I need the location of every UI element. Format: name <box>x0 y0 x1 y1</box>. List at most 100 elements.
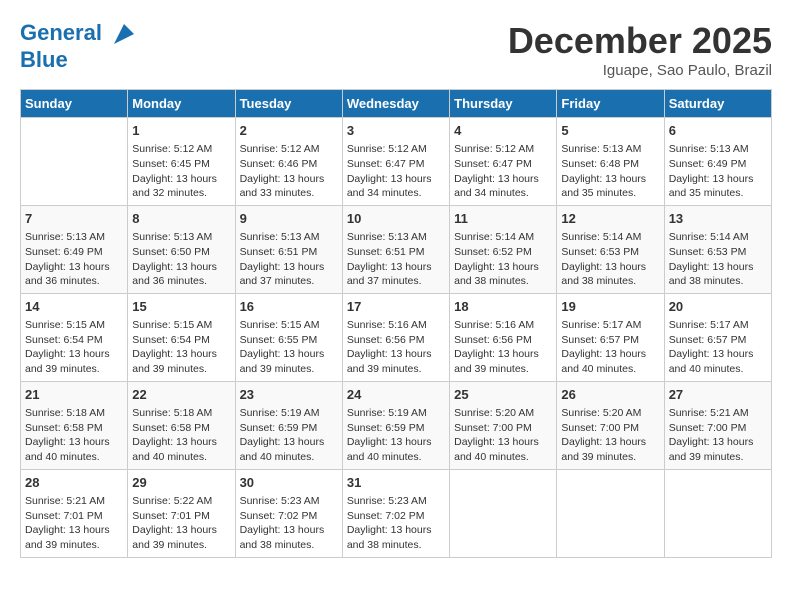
weekday-header: Thursday <box>450 90 557 118</box>
day-number: 25 <box>454 386 552 404</box>
day-info: Sunrise: 5:18 AM Sunset: 6:58 PM Dayligh… <box>132 406 230 465</box>
day-number: 6 <box>669 122 767 140</box>
day-info: Sunrise: 5:22 AM Sunset: 7:01 PM Dayligh… <box>132 494 230 553</box>
weekday-header: Wednesday <box>342 90 449 118</box>
calendar-cell: 3 Sunrise: 5:12 AM Sunset: 6:47 PM Daylig… <box>342 118 449 206</box>
day-number: 14 <box>25 298 123 316</box>
day-info: Sunrise: 5:23 AM Sunset: 7:02 PM Dayligh… <box>347 494 445 553</box>
day-number: 3 <box>347 122 445 140</box>
day-number: 19 <box>561 298 659 316</box>
calendar-cell: 16Sunrise: 5:15 AM Sunset: 6:55 PM Dayli… <box>235 293 342 381</box>
day-number: 10 <box>347 210 445 228</box>
day-info: Sunrise: 5:16 AM Sunset: 6:56 PM Dayligh… <box>347 318 445 377</box>
day-info: Sunrise: 5:13 AM Sunset: 6:51 PM Dayligh… <box>240 230 338 289</box>
calendar-cell: 20 Sunrise: 5:17 AM Sunset: 6:57 PM Dayli… <box>664 293 771 381</box>
day-info: Sunrise: 5:23 AM Sunset: 7:02 PM Dayligh… <box>240 494 338 553</box>
day-info: Sunrise: 5:15 AM Sunset: 6:54 PM Dayligh… <box>25 318 123 377</box>
calendar-cell: 27 Sunrise: 5:21 AM Sunset: 7:00 PM Dayli… <box>664 381 771 469</box>
day-info: Sunrise: 5:13 AM Sunset: 6:48 PM Dayligh… <box>561 142 659 201</box>
logo-text2: Blue <box>20 48 138 72</box>
day-number: 17 <box>347 298 445 316</box>
day-info: Sunrise: 5:17 AM Sunset: 6:57 PM Dayligh… <box>561 318 659 377</box>
calendar-cell <box>664 469 771 557</box>
weekday-header-row: SundayMondayTuesdayWednesdayThursdayFrid… <box>21 90 772 118</box>
day-number: 23 <box>240 386 338 404</box>
day-info: Sunrise: 5:17 AM Sunset: 6:57 PM Dayligh… <box>669 318 767 377</box>
day-info: Sunrise: 5:20 AM Sunset: 7:00 PM Dayligh… <box>561 406 659 465</box>
day-number: 22 <box>132 386 230 404</box>
weekday-header: Tuesday <box>235 90 342 118</box>
calendar-cell: 29 Sunrise: 5:22 AM Sunset: 7:01 PM Dayli… <box>128 469 235 557</box>
calendar-cell: 31 Sunrise: 5:23 AM Sunset: 7:02 PM Dayli… <box>342 469 449 557</box>
day-number: 27 <box>669 386 767 404</box>
calendar-cell: 30 Sunrise: 5:23 AM Sunset: 7:02 PM Dayli… <box>235 469 342 557</box>
calendar-week-row: 1 Sunrise: 5:12 AM Sunset: 6:45 PM Daylig… <box>21 118 772 206</box>
day-info: Sunrise: 5:13 AM Sunset: 6:49 PM Dayligh… <box>25 230 123 289</box>
calendar-cell: 6 Sunrise: 5:13 AM Sunset: 6:49 PM Daylig… <box>664 118 771 206</box>
day-number: 13 <box>669 210 767 228</box>
calendar-cell: 14 Sunrise: 5:15 AM Sunset: 6:54 PM Dayli… <box>21 293 128 381</box>
calendar-table: SundayMondayTuesdayWednesdayThursdayFrid… <box>20 89 772 558</box>
day-info: Sunrise: 5:16 AM Sunset: 6:56 PM Dayligh… <box>454 318 552 377</box>
day-number: 4 <box>454 122 552 140</box>
calendar-cell: 8 Sunrise: 5:13 AM Sunset: 6:50 PM Daylig… <box>128 205 235 293</box>
day-info: Sunrise: 5:15 AM Sunset: 6:54 PM Dayligh… <box>132 318 230 377</box>
day-info: Sunrise: 5:21 AM Sunset: 7:00 PM Dayligh… <box>669 406 767 465</box>
month-title: December 2025 <box>508 20 772 62</box>
calendar-cell: 11Sunrise: 5:14 AM Sunset: 6:52 PM Dayli… <box>450 205 557 293</box>
calendar-week-row: 28Sunrise: 5:21 AM Sunset: 7:01 PM Dayli… <box>21 469 772 557</box>
weekday-header: Sunday <box>21 90 128 118</box>
day-info: Sunrise: 5:14 AM Sunset: 6:53 PM Dayligh… <box>561 230 659 289</box>
day-info: Sunrise: 5:13 AM Sunset: 6:50 PM Dayligh… <box>132 230 230 289</box>
day-number: 21 <box>25 386 123 404</box>
calendar-cell: 9 Sunrise: 5:13 AM Sunset: 6:51 PM Daylig… <box>235 205 342 293</box>
calendar-cell: 15 Sunrise: 5:15 AM Sunset: 6:54 PM Dayli… <box>128 293 235 381</box>
weekday-header: Friday <box>557 90 664 118</box>
day-info: Sunrise: 5:13 AM Sunset: 6:49 PM Dayligh… <box>669 142 767 201</box>
calendar-week-row: 21 Sunrise: 5:18 AM Sunset: 6:58 PM Dayli… <box>21 381 772 469</box>
day-info: Sunrise: 5:12 AM Sunset: 6:47 PM Dayligh… <box>347 142 445 201</box>
calendar-cell <box>21 118 128 206</box>
day-info: Sunrise: 5:19 AM Sunset: 6:59 PM Dayligh… <box>240 406 338 465</box>
day-number: 9 <box>240 210 338 228</box>
calendar-week-row: 14 Sunrise: 5:15 AM Sunset: 6:54 PM Dayli… <box>21 293 772 381</box>
day-number: 31 <box>347 474 445 492</box>
calendar-week-row: 7 Sunrise: 5:13 AM Sunset: 6:49 PM Daylig… <box>21 205 772 293</box>
location-subtitle: Iguape, Sao Paulo, Brazil <box>508 62 772 79</box>
day-number: 7 <box>25 210 123 228</box>
calendar-cell: 18Sunrise: 5:16 AM Sunset: 6:56 PM Dayli… <box>450 293 557 381</box>
calendar-cell: 10 Sunrise: 5:13 AM Sunset: 6:51 PM Dayli… <box>342 205 449 293</box>
calendar-cell: 13 Sunrise: 5:14 AM Sunset: 6:53 PM Dayli… <box>664 205 771 293</box>
day-number: 2 <box>240 122 338 140</box>
title-block: December 2025 Iguape, Sao Paulo, Brazil <box>508 20 772 79</box>
calendar-cell: 26 Sunrise: 5:20 AM Sunset: 7:00 PM Dayli… <box>557 381 664 469</box>
day-number: 12 <box>561 210 659 228</box>
day-number: 29 <box>132 474 230 492</box>
day-number: 8 <box>132 210 230 228</box>
calendar-cell: 12 Sunrise: 5:14 AM Sunset: 6:53 PM Dayli… <box>557 205 664 293</box>
day-info: Sunrise: 5:18 AM Sunset: 6:58 PM Dayligh… <box>25 406 123 465</box>
logo-text: General <box>20 20 138 48</box>
day-number: 20 <box>669 298 767 316</box>
calendar-cell: 22 Sunrise: 5:18 AM Sunset: 6:58 PM Dayli… <box>128 381 235 469</box>
weekday-header: Saturday <box>664 90 771 118</box>
day-number: 1 <box>132 122 230 140</box>
day-number: 16 <box>240 298 338 316</box>
day-info: Sunrise: 5:13 AM Sunset: 6:51 PM Dayligh… <box>347 230 445 289</box>
day-number: 24 <box>347 386 445 404</box>
page-header: General Blue December 2025 Iguape, Sao P… <box>20 20 772 79</box>
logo: General Blue <box>20 20 138 72</box>
day-info: Sunrise: 5:14 AM Sunset: 6:53 PM Dayligh… <box>669 230 767 289</box>
calendar-cell: 23 Sunrise: 5:19 AM Sunset: 6:59 PM Dayli… <box>235 381 342 469</box>
day-number: 26 <box>561 386 659 404</box>
day-info: Sunrise: 5:12 AM Sunset: 6:45 PM Dayligh… <box>132 142 230 201</box>
day-number: 11 <box>454 210 552 228</box>
day-number: 5 <box>561 122 659 140</box>
calendar-cell: 17 Sunrise: 5:16 AM Sunset: 6:56 PM Dayli… <box>342 293 449 381</box>
calendar-cell: 24Sunrise: 5:19 AM Sunset: 6:59 PM Dayli… <box>342 381 449 469</box>
day-number: 15 <box>132 298 230 316</box>
day-number: 30 <box>240 474 338 492</box>
weekday-header: Monday <box>128 90 235 118</box>
calendar-cell <box>450 469 557 557</box>
day-info: Sunrise: 5:21 AM Sunset: 7:01 PM Dayligh… <box>25 494 123 553</box>
